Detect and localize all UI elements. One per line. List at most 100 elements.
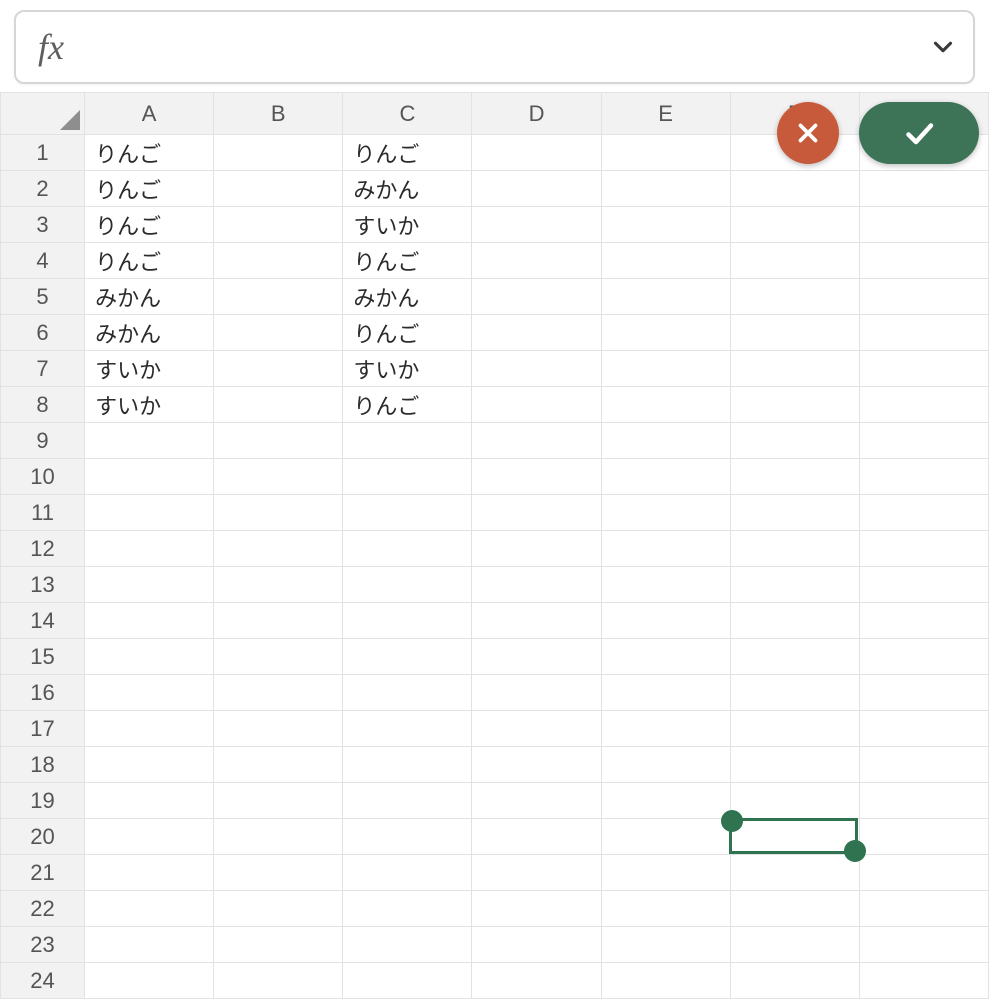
cell-B18[interactable] — [214, 747, 343, 783]
cell-A5[interactable]: みかん — [85, 279, 214, 315]
cell-B22[interactable] — [214, 891, 343, 927]
cell-G15[interactable] — [859, 639, 988, 675]
cell-E23[interactable] — [601, 927, 730, 963]
cell-C5[interactable]: みかん — [343, 279, 472, 315]
row-header-6[interactable]: 6 — [1, 315, 85, 351]
cell-A16[interactable] — [85, 675, 214, 711]
cell-C22[interactable] — [343, 891, 472, 927]
formula-input[interactable] — [86, 12, 913, 82]
cell-A15[interactable] — [85, 639, 214, 675]
row-header-1[interactable]: 1 — [1, 135, 85, 171]
cell-C20[interactable] — [343, 819, 472, 855]
cell-D17[interactable] — [472, 711, 601, 747]
cell-G12[interactable] — [859, 531, 988, 567]
cell-B21[interactable] — [214, 855, 343, 891]
row-header-20[interactable]: 20 — [1, 819, 85, 855]
cell-A22[interactable] — [85, 891, 214, 927]
cell-G24[interactable] — [859, 963, 988, 999]
cell-G23[interactable] — [859, 927, 988, 963]
cell-C18[interactable] — [343, 747, 472, 783]
cell-C21[interactable] — [343, 855, 472, 891]
cell-G2[interactable] — [859, 171, 988, 207]
cell-B4[interactable] — [214, 243, 343, 279]
cell-B15[interactable] — [214, 639, 343, 675]
cell-E10[interactable] — [601, 459, 730, 495]
cell-E17[interactable] — [601, 711, 730, 747]
cell-G9[interactable] — [859, 423, 988, 459]
cell-G18[interactable] — [859, 747, 988, 783]
cell-E19[interactable] — [601, 783, 730, 819]
row-header-17[interactable]: 17 — [1, 711, 85, 747]
cell-G7[interactable] — [859, 351, 988, 387]
column-header-C[interactable]: C — [343, 93, 472, 135]
cell-A8[interactable]: すいか — [85, 387, 214, 423]
cell-D12[interactable] — [472, 531, 601, 567]
cell-A17[interactable] — [85, 711, 214, 747]
cell-G3[interactable] — [859, 207, 988, 243]
cell-F17[interactable] — [730, 711, 859, 747]
cell-C4[interactable]: りんご — [343, 243, 472, 279]
cell-F18[interactable] — [730, 747, 859, 783]
cell-E11[interactable] — [601, 495, 730, 531]
cell-A14[interactable] — [85, 603, 214, 639]
cell-G21[interactable] — [859, 855, 988, 891]
cell-A24[interactable] — [85, 963, 214, 999]
cell-A3[interactable]: りんご — [85, 207, 214, 243]
cell-F20[interactable] — [730, 819, 859, 855]
cell-B23[interactable] — [214, 927, 343, 963]
cell-F23[interactable] — [730, 927, 859, 963]
cell-F19[interactable] — [730, 783, 859, 819]
cell-F7[interactable] — [730, 351, 859, 387]
cell-A9[interactable] — [85, 423, 214, 459]
cell-A23[interactable] — [85, 927, 214, 963]
cell-C14[interactable] — [343, 603, 472, 639]
cell-G5[interactable] — [859, 279, 988, 315]
cell-D4[interactable] — [472, 243, 601, 279]
cell-E5[interactable] — [601, 279, 730, 315]
cell-E13[interactable] — [601, 567, 730, 603]
row-header-19[interactable]: 19 — [1, 783, 85, 819]
cell-D9[interactable] — [472, 423, 601, 459]
row-header-9[interactable]: 9 — [1, 423, 85, 459]
cell-F5[interactable] — [730, 279, 859, 315]
cell-B17[interactable] — [214, 711, 343, 747]
column-header-B[interactable]: B — [214, 93, 343, 135]
cell-A2[interactable]: りんご — [85, 171, 214, 207]
cell-D10[interactable] — [472, 459, 601, 495]
cell-C16[interactable] — [343, 675, 472, 711]
cell-G14[interactable] — [859, 603, 988, 639]
cell-D23[interactable] — [472, 927, 601, 963]
cell-G8[interactable] — [859, 387, 988, 423]
row-header-7[interactable]: 7 — [1, 351, 85, 387]
cell-B20[interactable] — [214, 819, 343, 855]
row-header-8[interactable]: 8 — [1, 387, 85, 423]
cell-E14[interactable] — [601, 603, 730, 639]
cell-B8[interactable] — [214, 387, 343, 423]
cell-B16[interactable] — [214, 675, 343, 711]
cell-A21[interactable] — [85, 855, 214, 891]
cell-B5[interactable] — [214, 279, 343, 315]
cell-A11[interactable] — [85, 495, 214, 531]
cell-C17[interactable] — [343, 711, 472, 747]
cell-E6[interactable] — [601, 315, 730, 351]
cell-D6[interactable] — [472, 315, 601, 351]
cell-D15[interactable] — [472, 639, 601, 675]
cell-D11[interactable] — [472, 495, 601, 531]
cell-C19[interactable] — [343, 783, 472, 819]
cell-E4[interactable] — [601, 243, 730, 279]
cell-C12[interactable] — [343, 531, 472, 567]
cell-A7[interactable]: すいか — [85, 351, 214, 387]
cell-E16[interactable] — [601, 675, 730, 711]
row-header-12[interactable]: 12 — [1, 531, 85, 567]
cell-A6[interactable]: みかん — [85, 315, 214, 351]
cell-B1[interactable] — [214, 135, 343, 171]
cell-C6[interactable]: りんご — [343, 315, 472, 351]
cell-F2[interactable] — [730, 171, 859, 207]
cell-B10[interactable] — [214, 459, 343, 495]
cell-B12[interactable] — [214, 531, 343, 567]
spreadsheet-grid[interactable]: ABCDEFG 1りんごりんご2りんごみかん3りんごすいか4りんごりんご5みかん… — [0, 92, 989, 999]
cell-A1[interactable]: りんご — [85, 135, 214, 171]
cell-G16[interactable] — [859, 675, 988, 711]
cell-E12[interactable] — [601, 531, 730, 567]
cell-B19[interactable] — [214, 783, 343, 819]
